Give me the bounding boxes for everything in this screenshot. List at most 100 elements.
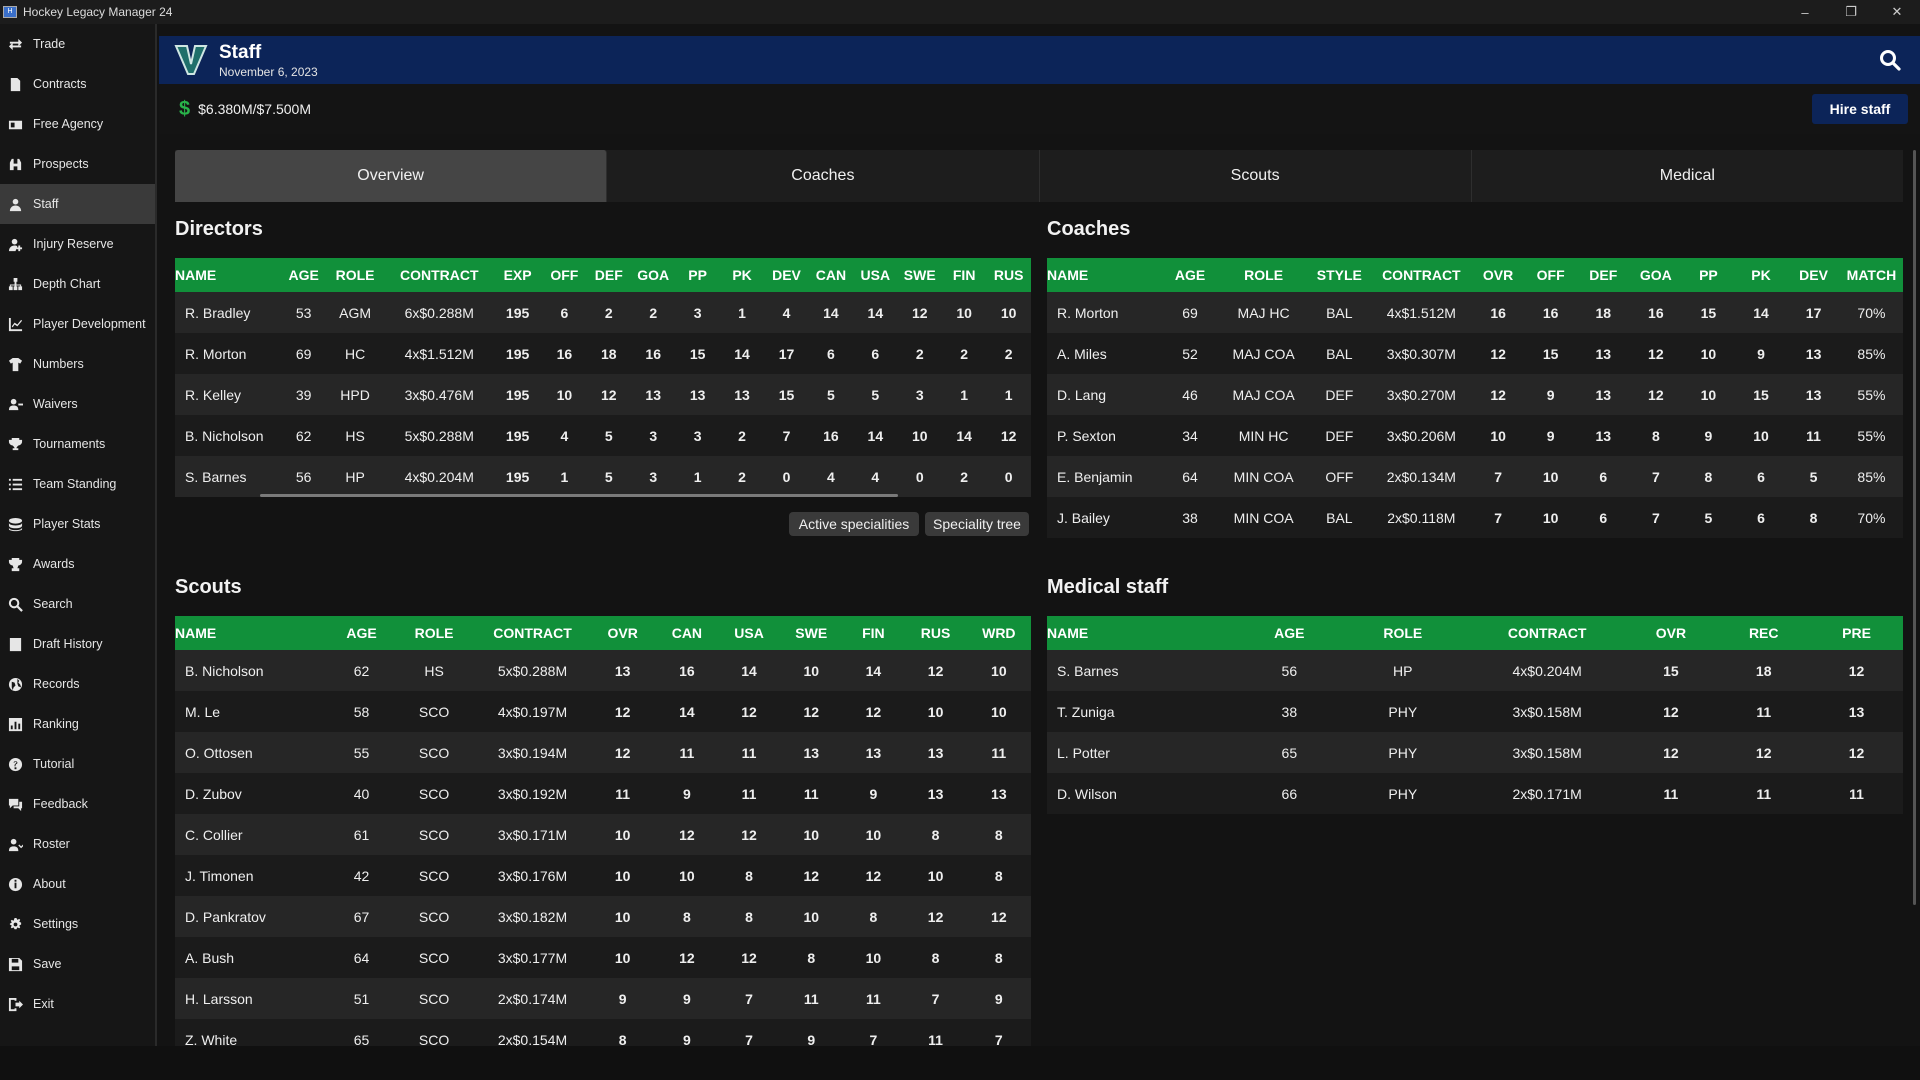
sidebar-item-depth-chart[interactable]: Depth Chart [0, 264, 155, 304]
column-header[interactable]: CONTRACT [476, 616, 590, 650]
column-header[interactable]: PP [675, 258, 719, 292]
table-row[interactable]: D. Lang 46 MAJ COA DEF 3x$0.270M 12 9 13 12 10 15 1… [1047, 374, 1903, 415]
column-header[interactable]: ROLE [325, 258, 386, 292]
sidebar-item-draft-history[interactable]: Draft History [0, 624, 155, 664]
column-header[interactable]: AGE [1161, 258, 1220, 292]
table-row[interactable]: P. Sexton 34 MIN HC DEF 3x$0.206M 10 9 13 8 9 10 11… [1047, 415, 1903, 456]
table-row[interactable]: D. Pankratov 67 SCO 3x$0.182M 10 8 8 10 8 12 12 [175, 896, 1031, 937]
table-row[interactable]: H. Larsson 51 SCO 2x$0.174M 9 9 7 11 11 7 9 [175, 978, 1031, 1019]
column-header[interactable]: NAME [1047, 258, 1161, 292]
column-header[interactable]: PK [1735, 258, 1788, 292]
column-header[interactable]: USA [718, 616, 780, 650]
table-row[interactable]: R. Morton 69 MAJ HC BAL 4x$1.512M 16 16 18 16 15 1… [1047, 292, 1903, 333]
table-row[interactable]: S. Barnes 56 HP 4x$0.204M 15 18 12 [1047, 650, 1903, 691]
column-header[interactable]: DEF [1577, 258, 1630, 292]
column-header[interactable]: CONTRACT [1470, 616, 1625, 650]
sidebar-item-waivers[interactable]: Waivers [0, 384, 155, 424]
hire-staff-button[interactable]: Hire staff [1812, 94, 1908, 124]
column-header[interactable]: SWE [898, 258, 942, 292]
column-header[interactable]: NAME [1047, 616, 1243, 650]
column-header[interactable]: AGE [330, 616, 392, 650]
sidebar-item-numbers[interactable]: Numbers [0, 344, 155, 384]
column-header[interactable]: RUS [986, 258, 1031, 292]
sidebar-item-about[interactable]: About [0, 864, 155, 904]
column-header[interactable]: GOA [631, 258, 675, 292]
sidebar-item-tutorial[interactable]: Tutorial [0, 744, 155, 784]
close-button[interactable]: ✕ [1874, 0, 1920, 24]
sidebar-item-settings[interactable]: Settings [0, 904, 155, 944]
column-header[interactable]: ROLE [393, 616, 476, 650]
table-row[interactable]: B. Nicholson 62 HS 5x$0.288M 13 16 14 10 14 12 10 [175, 650, 1031, 691]
table-row[interactable]: M. Le 58 SCO 4x$0.197M 12 14 12 12 12 10 10 [175, 691, 1031, 732]
table-row[interactable]: J. Bailey 38 MIN COA BAL 2x$0.118M 7 10 6 7 5 6 8 70… [1047, 497, 1903, 538]
active-specialities-button[interactable]: Active specialities [789, 512, 919, 536]
column-header[interactable]: DEV [764, 258, 808, 292]
table-row[interactable]: C. Collier 61 SCO 3x$0.171M 10 12 12 10 10 8 8 [175, 814, 1031, 855]
table-row[interactable]: A. Bush 64 SCO 3x$0.177M 10 12 12 8 10 8 8 [175, 937, 1031, 978]
sidebar-item-team-standing[interactable]: Team Standing [0, 464, 155, 504]
column-header[interactable]: ROLE [1336, 616, 1470, 650]
table-row[interactable]: R. Morton 69 HC 4x$1.512M 195 16 18 16 15 14 17 6 6 2… [175, 333, 1031, 374]
restore-button[interactable]: ❐ [1828, 0, 1874, 24]
column-header[interactable]: OVR [1472, 258, 1525, 292]
sidebar-item-roster[interactable]: Roster [0, 824, 155, 864]
scouts-scroll-area[interactable]: NAME AGE ROLE CONTRACT OVR CAN USA SWE FIN RUS WRD… [175, 616, 1031, 1046]
speciality-tree-button[interactable]: Speciality tree [925, 512, 1029, 536]
sidebar-item-feedback[interactable]: Feedback [0, 784, 155, 824]
column-header[interactable]: USA [853, 258, 897, 292]
table-row[interactable]: D. Zubov 40 SCO 3x$0.192M 11 9 11 11 9 13 13 [175, 773, 1031, 814]
sidebar-item-exit[interactable]: Exit [0, 984, 155, 1024]
column-header[interactable]: SWE [780, 616, 842, 650]
column-header[interactable]: FIN [942, 258, 986, 292]
column-header[interactable]: DEF [587, 258, 631, 292]
table-row[interactable]: D. Wilson 66 PHY 2x$0.171M 11 11 11 [1047, 773, 1903, 814]
column-header[interactable]: ROLE [1219, 258, 1307, 292]
table-row[interactable]: R. Bradley 53 AGM 6x$0.288M 195 6 2 2 3 1 4 14 14 12 1… [175, 292, 1031, 333]
sidebar-item-player-development[interactable]: Player Development [0, 304, 155, 344]
tab-scouts[interactable]: Scouts [1040, 150, 1472, 202]
column-header[interactable]: FIN [842, 616, 904, 650]
column-header[interactable]: OFF [1524, 258, 1577, 292]
table-row[interactable]: J. Timonen 42 SCO 3x$0.176M 10 10 8 12 12 10 8 [175, 855, 1031, 896]
sidebar-item-contracts[interactable]: Contracts [0, 64, 155, 104]
directors-horizontal-scrollbar[interactable] [260, 494, 898, 497]
table-row[interactable]: Z. White 65 SCO 2x$0.154M 8 9 7 9 7 11 7 [175, 1019, 1031, 1046]
sidebar-item-staff[interactable]: Staff [0, 184, 155, 224]
sidebar-item-tournaments[interactable]: Tournaments [0, 424, 155, 464]
column-header[interactable]: CONTRACT [385, 258, 493, 292]
table-row[interactable]: E. Benjamin 64 MIN COA OFF 2x$0.134M 7 10 6 7 8 6 5… [1047, 456, 1903, 497]
column-header[interactable]: CAN [656, 616, 718, 650]
column-header[interactable]: MATCH [1840, 258, 1903, 292]
minimize-button[interactable]: – [1782, 0, 1828, 24]
column-header[interactable]: RUS [904, 616, 966, 650]
tab-medical[interactable]: Medical [1472, 150, 1903, 202]
column-header[interactable]: NAME [175, 258, 283, 292]
column-header[interactable]: GOA [1630, 258, 1683, 292]
column-header[interactable]: CONTRACT [1371, 258, 1472, 292]
tab-coaches[interactable]: Coaches [607, 150, 1040, 202]
sidebar-item-search[interactable]: Search [0, 584, 155, 624]
tab-overview[interactable]: Overview [175, 150, 608, 202]
table-row[interactable]: O. Ottosen 55 SCO 3x$0.194M 12 11 11 13 13 13 11 [175, 732, 1031, 773]
sidebar-item-save[interactable]: Save [0, 944, 155, 984]
sidebar-item-awards[interactable]: Awards [0, 544, 155, 584]
sidebar-item-prospects[interactable]: Prospects [0, 144, 155, 184]
column-header[interactable]: PP [1682, 258, 1735, 292]
column-header[interactable]: PRE [1810, 616, 1903, 650]
column-header[interactable]: AGE [1243, 616, 1336, 650]
column-header[interactable]: EXP [493, 258, 542, 292]
column-header[interactable]: AGE [283, 258, 325, 292]
table-row[interactable]: T. Zuniga 38 PHY 3x$0.158M 12 11 13 [1047, 691, 1903, 732]
sidebar-item-records[interactable]: Records [0, 664, 155, 704]
table-row[interactable]: S. Barnes 56 HP 4x$0.204M 195 1 5 3 1 2 0 4 4 0 2 0 [175, 456, 1031, 497]
sidebar-item-injury-reserve[interactable]: Injury Reserve [0, 224, 155, 264]
column-header[interactable]: REC [1717, 616, 1810, 650]
column-header[interactable]: OVR [1625, 616, 1718, 650]
sidebar-item-trade[interactable]: Trade [0, 24, 155, 64]
sidebar-item-ranking[interactable]: Ranking [0, 704, 155, 744]
table-row[interactable]: A. Miles 52 MAJ COA BAL 3x$0.307M 12 15 13 12 10 9… [1047, 333, 1903, 374]
vertical-scrollbar[interactable] [1913, 150, 1916, 905]
column-header[interactable]: CAN [809, 258, 853, 292]
table-row[interactable]: L. Potter 65 PHY 3x$0.158M 12 12 12 [1047, 732, 1903, 773]
column-header[interactable]: WRD [967, 616, 1031, 650]
